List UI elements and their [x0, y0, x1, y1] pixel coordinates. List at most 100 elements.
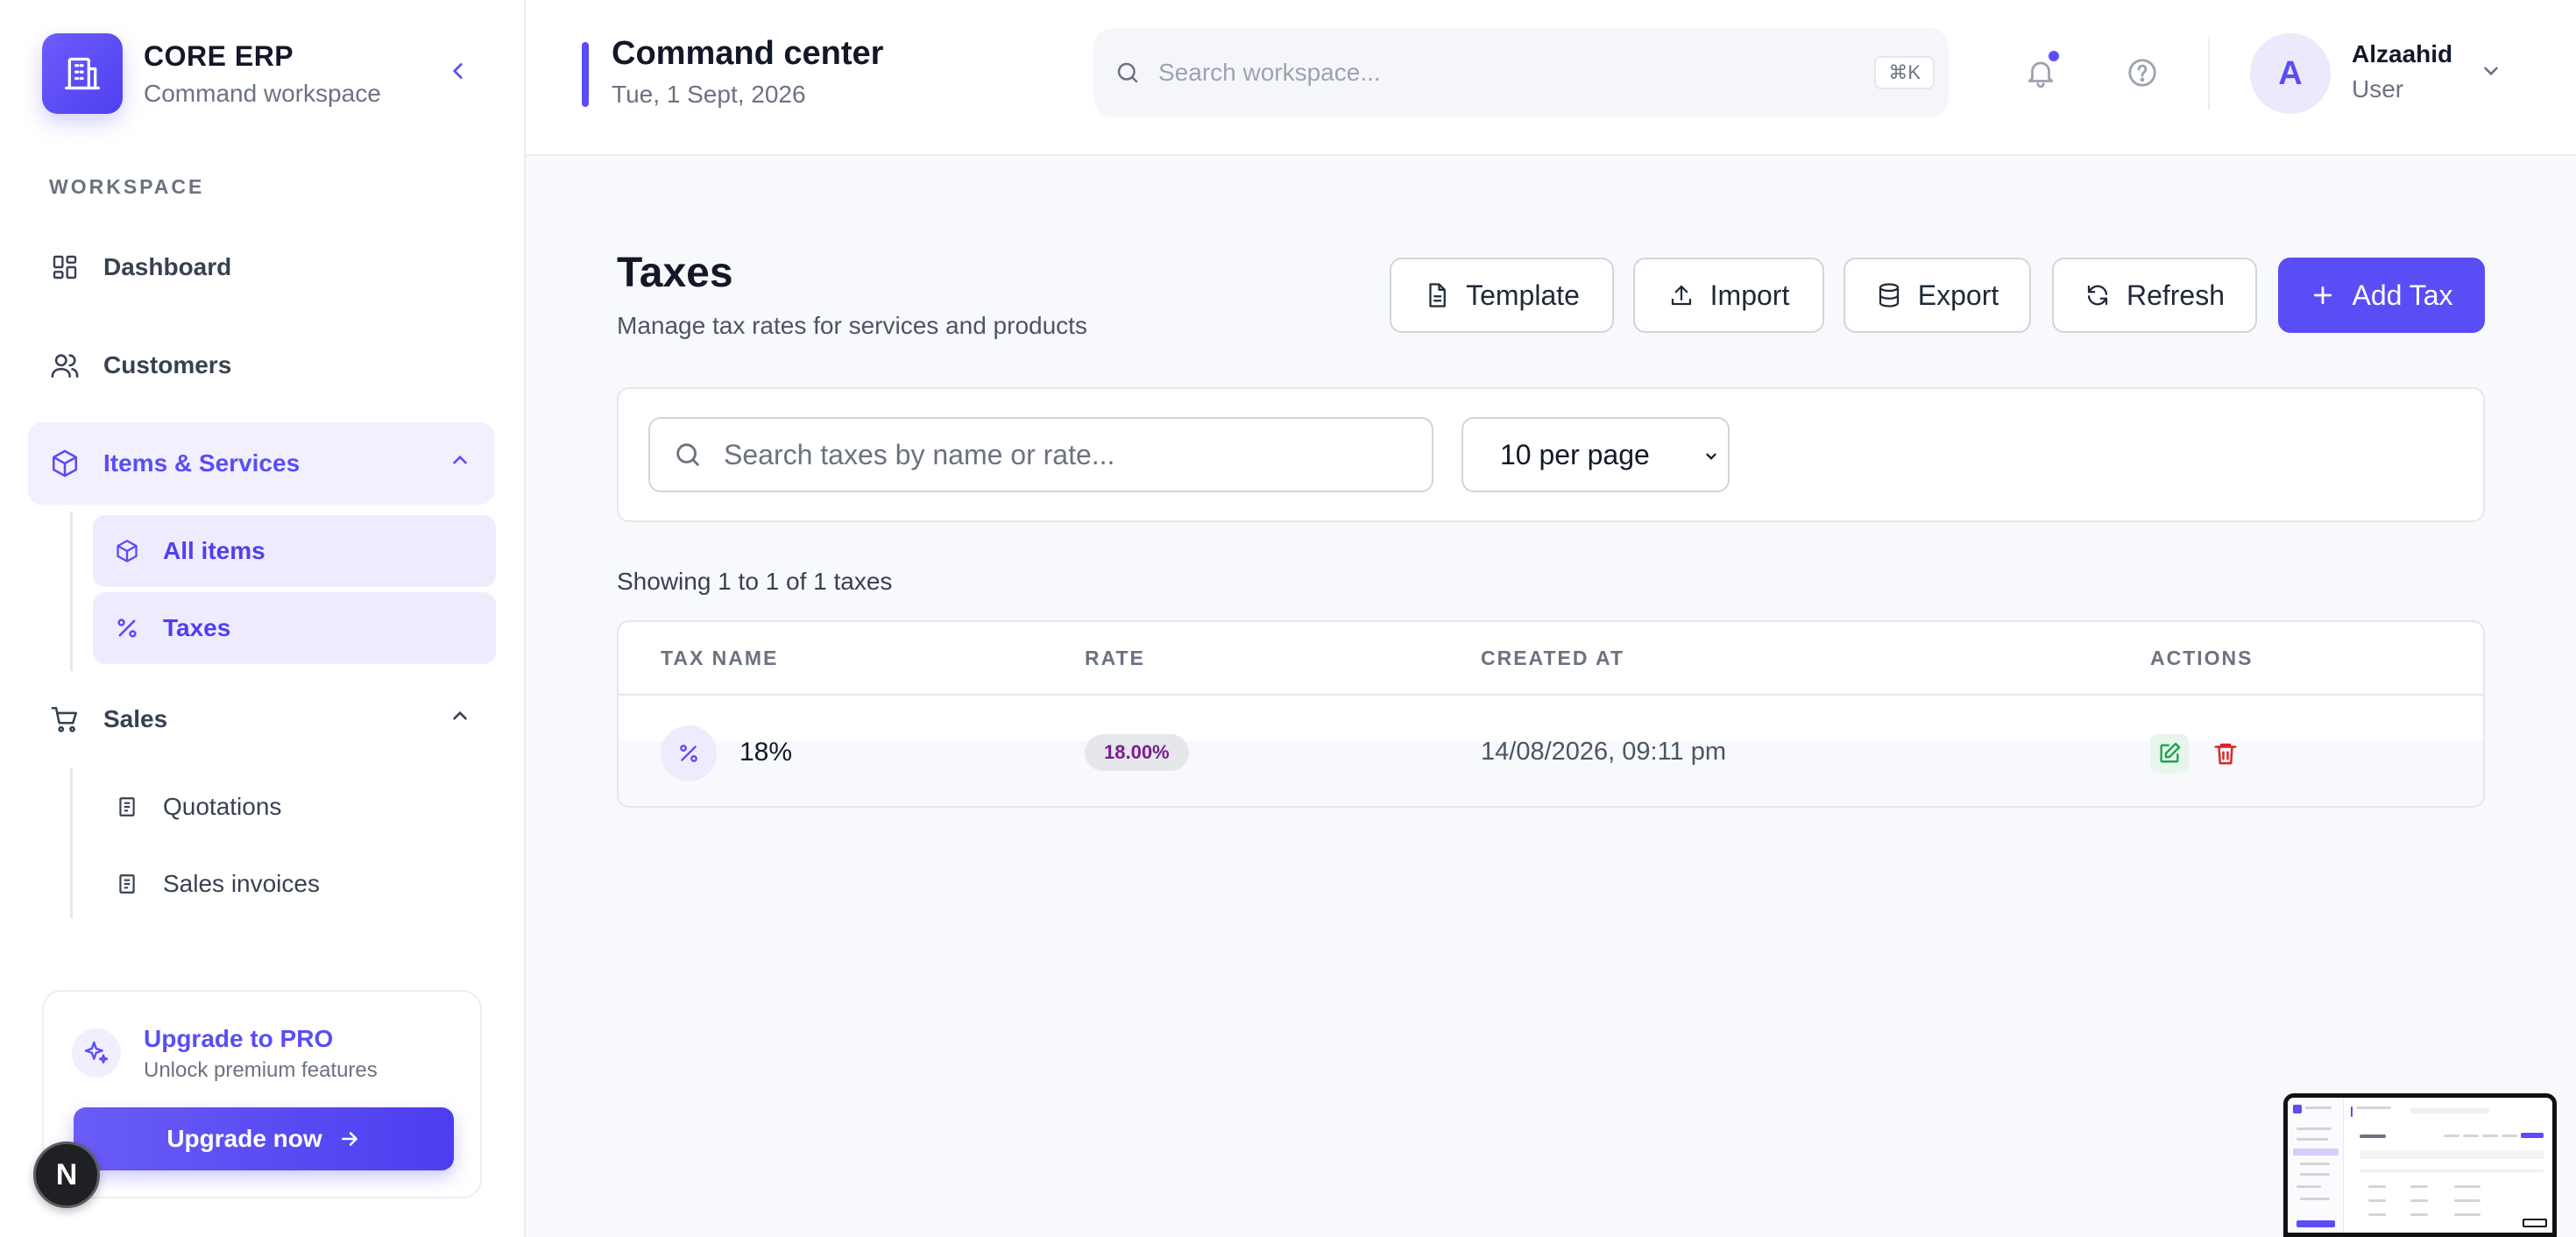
- sidebar-item-customers[interactable]: Customers: [28, 324, 494, 406]
- tax-search-placeholder: Search taxes by name or rate...: [724, 438, 1115, 470]
- header-title: Command center: [612, 35, 884, 72]
- column-header-actions: ACTIONS: [2150, 647, 2254, 669]
- users-icon: [49, 350, 81, 381]
- results-summary: Showing 1 to 1 of 1 taxes: [617, 568, 893, 595]
- brand-title: CORE ERP: [144, 39, 294, 72]
- notifications-button[interactable]: [2022, 51, 2059, 91]
- upgrade-subtitle: Unlock premium features: [144, 1058, 378, 1082]
- header-date: Tue, 1 Sept, 2026: [612, 81, 806, 108]
- upgrade-card: Upgrade to PRO Unlock premium features U…: [42, 990, 482, 1198]
- chevron-up-icon: [449, 704, 471, 727]
- search-icon: [676, 443, 699, 466]
- page-subtitle: Manage tax rates for services and produc…: [617, 312, 1087, 339]
- table-footer: [619, 769, 2483, 806]
- preview-sidebar: [2288, 1098, 2344, 1233]
- avatar[interactable]: A: [2250, 33, 2331, 114]
- upgrade-title: Upgrade to PRO: [144, 1025, 334, 1052]
- workspace-search-input[interactable]: Search workspace... ⌘K: [1093, 28, 1949, 117]
- sidebar-item-dashboard[interactable]: Dashboard: [28, 226, 494, 308]
- brand[interactable]: CORE ERP Command workspace: [42, 33, 381, 114]
- sidebar-item-label: Customers: [103, 351, 232, 378]
- database-icon: [1879, 283, 1899, 307]
- sidebar-subitem-sales-invoices[interactable]: Sales invoices: [93, 848, 496, 920]
- sidebar-subitem-label: Taxes: [163, 614, 231, 641]
- submenu-line: [70, 767, 73, 918]
- sidebar-item-label: Sales: [103, 705, 168, 732]
- search-placeholder: Search workspace...: [1158, 59, 1381, 86]
- upgrade-now-button[interactable]: Upgrade now: [74, 1107, 454, 1170]
- import-button[interactable]: Import: [1633, 258, 1824, 333]
- percent-icon: [114, 615, 140, 641]
- per-page-select[interactable]: 10 per page: [1461, 417, 1730, 492]
- column-header-rate: RATE: [1085, 647, 1145, 669]
- document-icon: [114, 871, 140, 897]
- header-divider: [2208, 37, 2210, 110]
- notification-dot: [2049, 51, 2059, 61]
- percent-icon: [661, 725, 717, 781]
- box-icon: [114, 538, 140, 564]
- sidebar-subitem-all-items[interactable]: All items: [93, 515, 496, 587]
- document-icon: [114, 794, 140, 820]
- arrow-right-icon: [341, 1132, 357, 1146]
- rate-badge: 18.00%: [1085, 734, 1189, 771]
- file-text-icon: [1429, 283, 1446, 307]
- template-label: Template: [1466, 279, 1580, 311]
- cart-icon: [49, 703, 81, 735]
- refresh-label: Refresh: [2126, 279, 2226, 311]
- column-header-created-at: CREATED AT: [1481, 647, 1624, 669]
- sidebar: CORE ERP Command workspace WORKSPACE Das…: [0, 0, 526, 1237]
- per-page-value: 10 per page: [1500, 438, 1650, 470]
- template-button[interactable]: Template: [1390, 258, 1614, 333]
- sidebar-item-label: Dashboard: [103, 253, 232, 280]
- chevron-down-icon: [1706, 453, 1716, 460]
- section-label: WORKSPACE: [49, 175, 205, 198]
- screenshot-preview-thumbnail[interactable]: [2283, 1093, 2557, 1237]
- collapse-sidebar-button[interactable]: [443, 56, 473, 86]
- taxes-table: TAX NAME RATE CREATED AT ACTIONS 18% 18.…: [617, 620, 2485, 808]
- brand-subtitle: Command workspace: [144, 79, 381, 107]
- sidebar-subitem-label: Quotations: [163, 793, 282, 820]
- sidebar-item-sales[interactable]: Sales: [28, 678, 494, 760]
- tax-search-input[interactable]: Search taxes by name or rate...: [648, 417, 1433, 492]
- plus-icon: [2314, 286, 2332, 305]
- trash-icon: [2214, 743, 2237, 765]
- user-name[interactable]: Alzaahid: [2352, 40, 2452, 68]
- header-accent-bar: [582, 42, 589, 107]
- top-header: Command center Tue, 1 Sept, 2026 Search …: [526, 0, 2576, 156]
- user-role: User: [2352, 75, 2404, 102]
- sidebar-subitem-quotations[interactable]: Quotations: [93, 771, 496, 843]
- refresh-button[interactable]: Refresh: [2052, 258, 2257, 333]
- box-icon: [49, 448, 81, 479]
- help-button[interactable]: [2124, 54, 2161, 91]
- help-circle-icon: [2128, 59, 2156, 87]
- page-title: Taxes: [617, 250, 733, 296]
- chevron-left-icon: [453, 63, 463, 79]
- user-menu-chevron-down-icon[interactable]: [2480, 60, 2502, 82]
- import-label: Import: [1709, 279, 1790, 311]
- search-shortcut: ⌘K: [1874, 56, 1935, 89]
- created-at-cell: 14/08/2026, 09:11 pm: [1481, 738, 1727, 766]
- sidebar-item-label: Items & Services: [103, 449, 301, 477]
- edit-tax-button[interactable]: [2150, 734, 2189, 773]
- export-button[interactable]: Export: [1844, 258, 2031, 333]
- submenu-line: [70, 512, 73, 671]
- grid-icon: [49, 251, 81, 283]
- delete-tax-button[interactable]: [2206, 734, 2245, 773]
- sidebar-subitem-label: Sales invoices: [163, 870, 320, 897]
- tax-name-cell: 18%: [740, 738, 793, 767]
- export-label: Export: [1917, 279, 1999, 311]
- upgrade-button-label: Upgrade now: [166, 1125, 322, 1152]
- edit-icon: [2160, 742, 2181, 763]
- sidebar-item-items-services[interactable]: Items & Services: [28, 422, 494, 505]
- search-icon: [1117, 62, 1138, 83]
- add-tax-label: Add Tax: [2352, 279, 2453, 311]
- sparkles-icon: [72, 1028, 121, 1078]
- sidebar-subitem-taxes[interactable]: Taxes: [93, 592, 496, 664]
- refresh-icon: [2087, 285, 2108, 306]
- upload-icon: [1671, 285, 1691, 306]
- building-icon: [42, 33, 123, 114]
- filter-bar: Search taxes by name or rate... 10 per p…: [617, 387, 2485, 522]
- add-tax-button[interactable]: Add Tax: [2278, 258, 2485, 333]
- column-header-tax-name: TAX NAME: [661, 647, 779, 669]
- dev-tools-badge[interactable]: N: [33, 1142, 100, 1208]
